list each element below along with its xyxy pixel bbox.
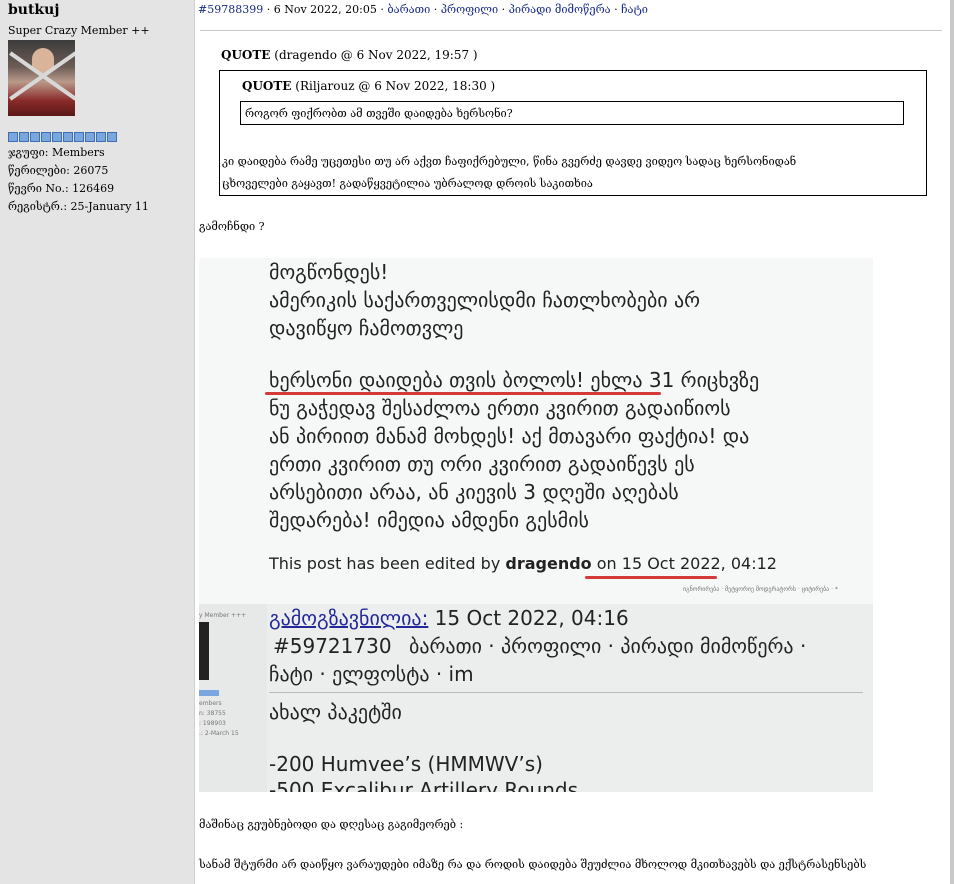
- scrollbar[interactable]: [950, 0, 954, 884]
- post-id-link[interactable]: #59788399: [198, 3, 263, 16]
- user-panel: butkuj Super Crazy Member ++ ჯგუფი: Memb…: [0, 0, 195, 884]
- shot-sent-line: გამოგზავნილია: 15 Oct 2022, 04:16: [269, 606, 629, 630]
- post-header: #59788399 · 6 Nov 2022, 20:05 · ბარათი ·…: [198, 3, 648, 16]
- shot-text-line: ერთი კვირით თუ ორი კვირით გადაიწევს ეს: [269, 452, 695, 476]
- shot-text-line: მოგწონდეს!: [269, 260, 389, 284]
- rank-pips: [8, 132, 117, 142]
- quote-meta: (dragendo @ 6 Nov 2022, 19:57 ): [274, 48, 478, 62]
- reply-text: მაშინაც გეუბნებოდი და დღესაც გაგიმეორებ …: [199, 818, 464, 831]
- shot-body-line: ახალ პაკეტში: [269, 700, 402, 724]
- shot-text-line: ხერსონი დაიდება თვის ბოლოს! ეხლა 31 რიცხ…: [269, 368, 760, 392]
- quote-text-line: კი დაიდება რამე უცეთესი თუ არ აქვთ ჩაფიქ…: [222, 155, 797, 168]
- user-post-count: წერილები: 26075: [8, 164, 109, 177]
- shot-body-line: -200 Humvee’s (HMMWV’s): [269, 752, 543, 776]
- shot-text-line: დავიწყო ჩამოთვლე: [269, 316, 464, 340]
- reply-text: გამოჩნდი ?: [199, 220, 265, 233]
- quote-label: QUOTE: [242, 79, 292, 93]
- shot-tiny-links: იგნორირება · მეტყორიე მოდერატორს · ციტირ…: [683, 586, 838, 593]
- reply-text: სანამ შტურმი არ დაიწყო ვარაუდები იმაზე რ…: [199, 858, 867, 871]
- quote-label: QUOTE: [221, 48, 271, 62]
- quote-text-line: ცხოველები გაყავთ! გადაწყვეტილია უბრალოდ …: [222, 177, 593, 190]
- user-group: ჯგუფი: Members: [8, 146, 105, 159]
- post-body: #59788399 · 6 Nov 2022, 20:05 · ბარათი ·…: [195, 0, 954, 884]
- link-profile[interactable]: პროფილი: [441, 3, 498, 16]
- shot-divider: [269, 692, 863, 693]
- shot-text-line: არსებითი არაა, ან კიევის 3 დღეში აღებას: [269, 480, 679, 504]
- avatar: [8, 40, 75, 116]
- outer-quote-header: QUOTE (dragendo @ 6 Nov 2022, 19:57 ): [221, 48, 478, 62]
- shot-mini-user: y Member +++ embers n: 38755 : 198903 .:…: [199, 604, 267, 792]
- inner-quote-header: QUOTE (Riljarouz @ 6 Nov 2022, 18:30 ): [242, 79, 495, 93]
- inner-quote-box: როგორ ფიქრობთ ამ თვეში დაიდება ხერსონი?: [240, 101, 904, 125]
- post-date: · 6 Nov 2022, 20:05 ·: [266, 3, 384, 16]
- quote-meta: (Riljarouz @ 6 Nov 2022, 18:30 ): [295, 79, 496, 93]
- user-member-no: წევრი No.: 126469: [8, 182, 115, 195]
- user-registered: რეგისტრ.: 25-January 11: [8, 200, 149, 213]
- shot-post-no: #59721730: [273, 634, 392, 658]
- link-card[interactable]: ბარათი: [387, 3, 430, 16]
- username[interactable]: butkuj: [8, 2, 59, 18]
- shot-body-line: -500 Excalibur Artillery Rounds: [269, 778, 579, 792]
- shot-text-line: შედარება! იმედია ამდენი გესმის: [269, 508, 589, 532]
- link-pm[interactable]: პირადი მიმოწერა: [509, 3, 611, 16]
- red-underline: [585, 576, 717, 579]
- edited-note: This post has been edited by dragendo on…: [269, 554, 777, 573]
- shot-text-line: ამერიკის საქართველისდმი ჩათლხობები არ: [269, 288, 701, 312]
- divider: [200, 30, 942, 31]
- link-chat[interactable]: ჩატი: [621, 3, 648, 16]
- shot-post-links: ჩატი · ელფოსტა · im: [269, 662, 474, 686]
- embedded-screenshot: მოგწონდეს! ამერიკის საქართველისდმი ჩათლხ…: [199, 258, 873, 792]
- outer-quote-box: QUOTE (Riljarouz @ 6 Nov 2022, 18:30 ) რ…: [219, 70, 927, 196]
- red-underline: [265, 392, 661, 395]
- shot-text-line: ნუ გაჭედავ შესაძლოა ერთი კვირით გადაიწიო…: [269, 396, 731, 420]
- user-title: Super Crazy Member ++: [8, 24, 150, 37]
- outer-quote-text: კი დაიდება რამე უცეთესი თუ არ აქვთ ჩაფიქ…: [222, 151, 922, 195]
- shot-post-links: ბარათი · პროფილი · პირადი მიმოწერა ·: [409, 634, 807, 658]
- shot-text-line: ან პირიით მანამ მოხდეს! აქ მთავარი ფაქტი…: [269, 424, 750, 448]
